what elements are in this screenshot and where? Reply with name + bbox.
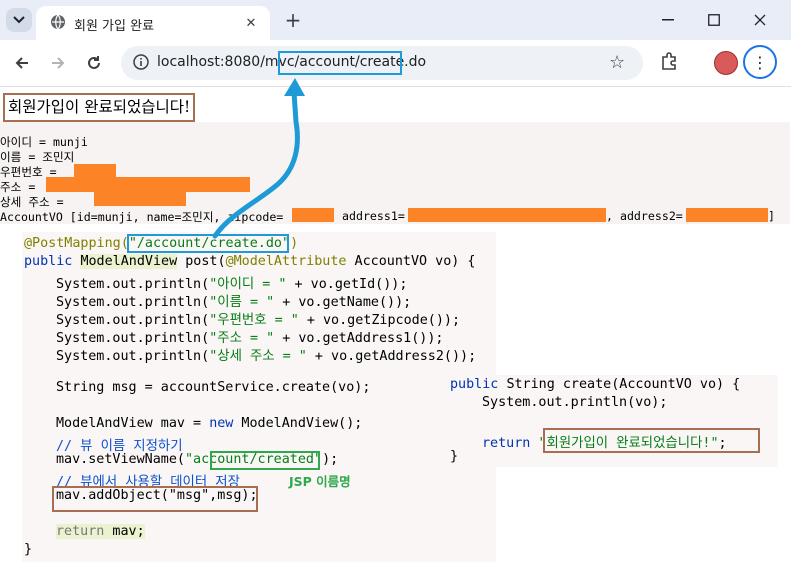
arrow-icon bbox=[212, 78, 305, 239]
